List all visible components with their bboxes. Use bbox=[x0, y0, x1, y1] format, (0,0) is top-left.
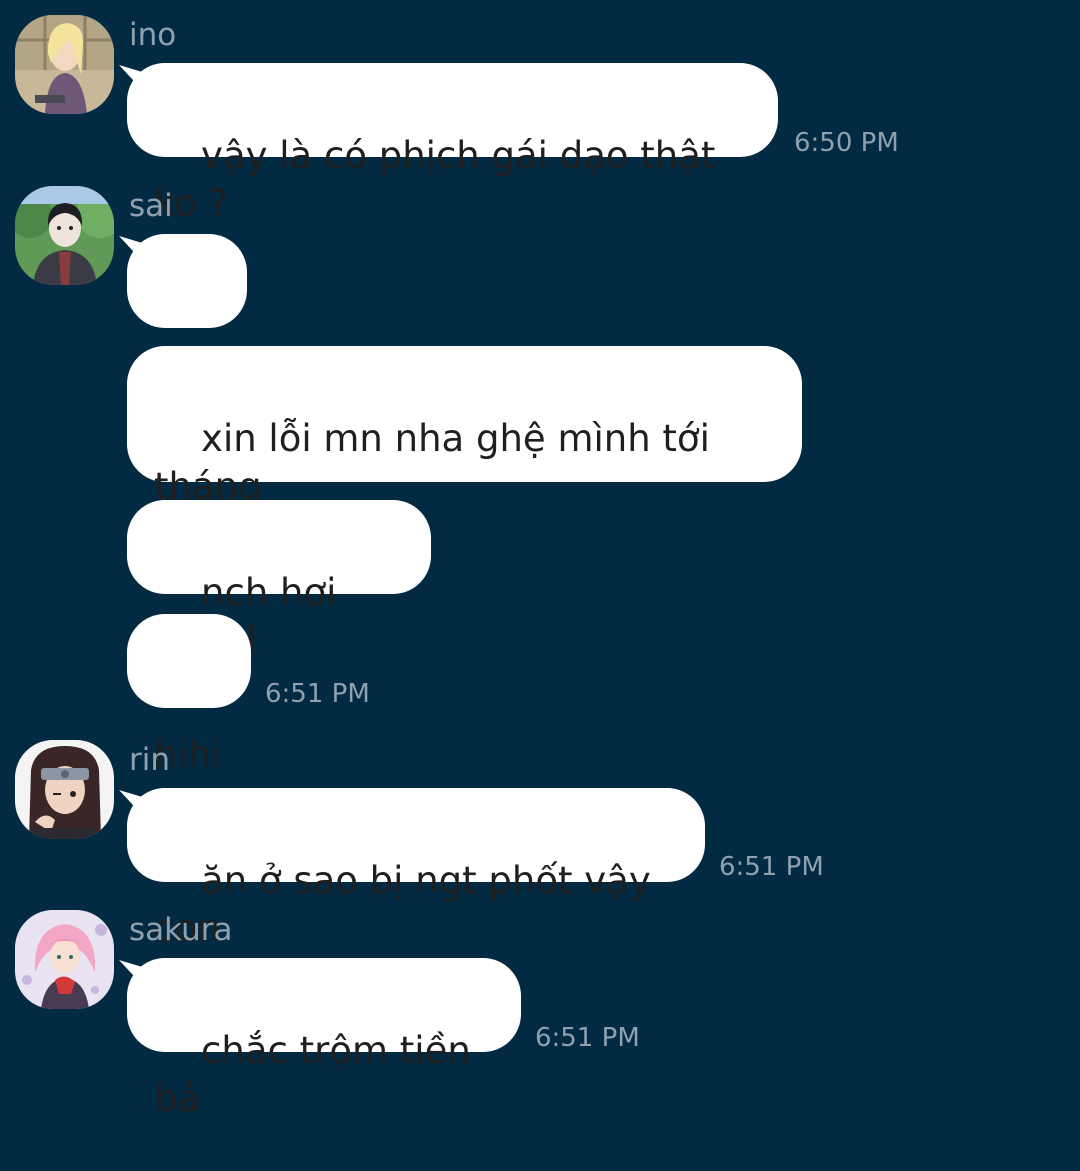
rin-avatar-icon[interactable] bbox=[15, 740, 114, 839]
message-timestamp: 6:51 PM bbox=[719, 852, 824, 882]
sender-name: rin bbox=[129, 742, 171, 778]
message-bubble[interactable]: vậy là có phịch gái dạo thật ko ? bbox=[127, 63, 778, 225]
message-bubble[interactable]: ăn ở sao bị ngt phốt vậy con bbox=[127, 788, 705, 950]
sai-avatar-icon[interactable] bbox=[15, 186, 114, 285]
message-bubble[interactable]: chắc trộm tiền bả bbox=[127, 958, 521, 1120]
message-bubble[interactable]: hihi bbox=[127, 614, 251, 776]
message-timestamp: 6:50 PM bbox=[794, 128, 899, 158]
sender-name: sakura bbox=[129, 912, 233, 948]
message-bubble[interactable]: ??? bbox=[127, 234, 247, 396]
message-bubble[interactable]: xin lỗi mn nha ghệ mình tới tháng bbox=[127, 346, 802, 508]
message-text: vậy là có phịch gái dạo thật ko ? bbox=[154, 134, 728, 225]
message-timestamp: 6:51 PM bbox=[535, 1023, 640, 1053]
message-timestamp: 6:51 PM bbox=[265, 679, 370, 709]
sakura-avatar-icon[interactable] bbox=[15, 910, 114, 1009]
sender-name: ino bbox=[129, 17, 177, 53]
ino-avatar-icon[interactable] bbox=[15, 15, 114, 114]
message-bubble[interactable]: nch hơi xàm l bbox=[127, 500, 431, 662]
message-text: xin lỗi mn nha ghệ mình tới tháng bbox=[154, 417, 710, 508]
sender-name: sai bbox=[129, 188, 173, 224]
